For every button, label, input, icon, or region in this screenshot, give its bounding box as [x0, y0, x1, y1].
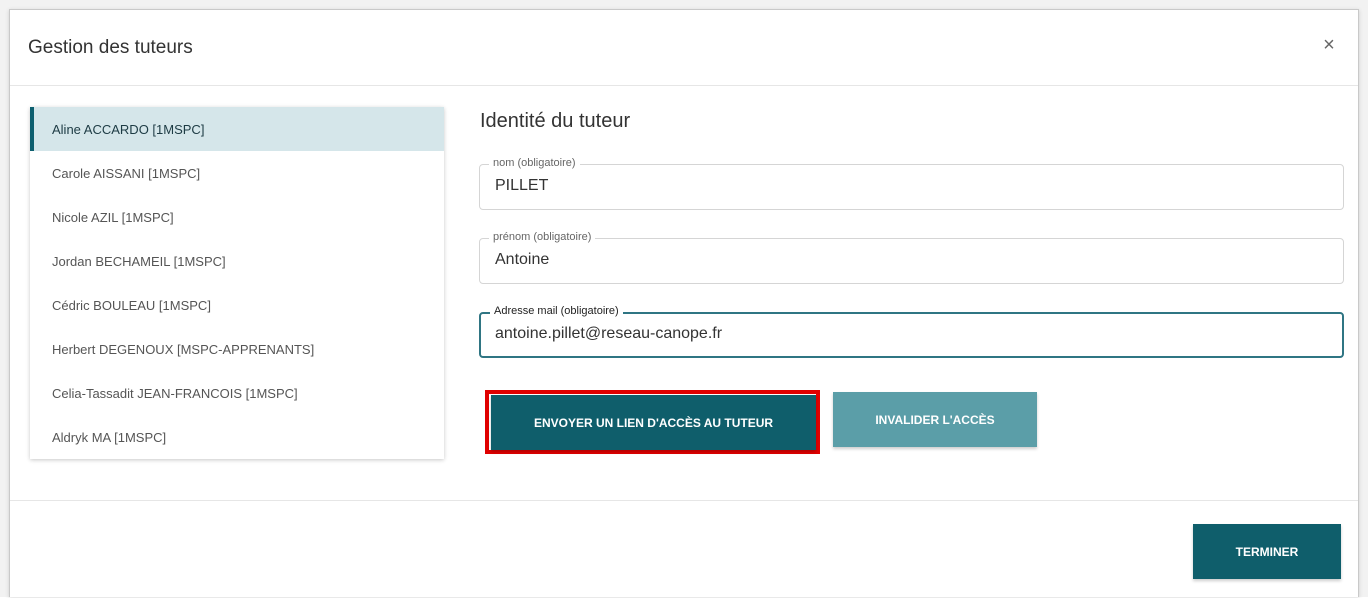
tutor-list-item[interactable]: Cédric BOULEAU [1MSPC] [30, 283, 444, 327]
identity-section-title: Identité du tuteur [480, 110, 631, 132]
tutor-list-item[interactable]: Jordan BECHAMEIL [1MSPC] [30, 239, 444, 283]
close-icon[interactable]: × [1318, 34, 1340, 56]
tutor-management-dialog: Gestion des tuteurs × Aline ACCARDO [1MS… [9, 9, 1359, 597]
dialog-header: Gestion des tuteurs × [10, 10, 1358, 86]
email-field-label: Adresse mail (obligatoire) [490, 305, 623, 317]
tutor-list-item[interactable]: Aline ACCARDO [1MSPC] [30, 107, 444, 151]
dialog-title: Gestion des tuteurs [28, 37, 193, 58]
tutor-list-item[interactable]: Celia-Tassadit JEAN-FRANCOIS [1MSPC] [30, 371, 444, 415]
finish-button[interactable]: TERMINER [1193, 524, 1341, 579]
dialog-body: Aline ACCARDO [1MSPC] Carole AISSANI [1M… [10, 87, 1358, 500]
prenom-field: prénom (obligatoire) [479, 231, 1344, 284]
prenom-input[interactable] [495, 251, 1333, 269]
tutor-list-item[interactable]: Nicole AZIL [1MSPC] [30, 195, 444, 239]
prenom-field-label: prénom (obligatoire) [489, 231, 596, 243]
nom-field: nom (obligatoire) [479, 157, 1344, 210]
nom-input[interactable] [495, 177, 1333, 195]
email-field: Adresse mail (obligatoire) [479, 305, 1344, 358]
tutor-list: Aline ACCARDO [1MSPC] Carole AISSANI [1M… [30, 107, 444, 459]
email-input[interactable] [495, 325, 1332, 343]
invalidate-access-button[interactable]: INVALIDER L'ACCÈS [833, 392, 1037, 447]
tutor-list-item[interactable]: Aldryk MA [1MSPC] [30, 415, 444, 459]
dialog-footer: TERMINER [10, 500, 1358, 598]
tutor-list-item[interactable]: Carole AISSANI [1MSPC] [30, 151, 444, 195]
send-access-link-button[interactable]: ENVOYER UN LIEN D'ACCÈS AU TUTEUR [491, 395, 816, 450]
nom-field-label: nom (obligatoire) [489, 157, 580, 169]
tutor-list-item[interactable]: Herbert DEGENOUX [MSPC-APPRENANTS] [30, 327, 444, 371]
